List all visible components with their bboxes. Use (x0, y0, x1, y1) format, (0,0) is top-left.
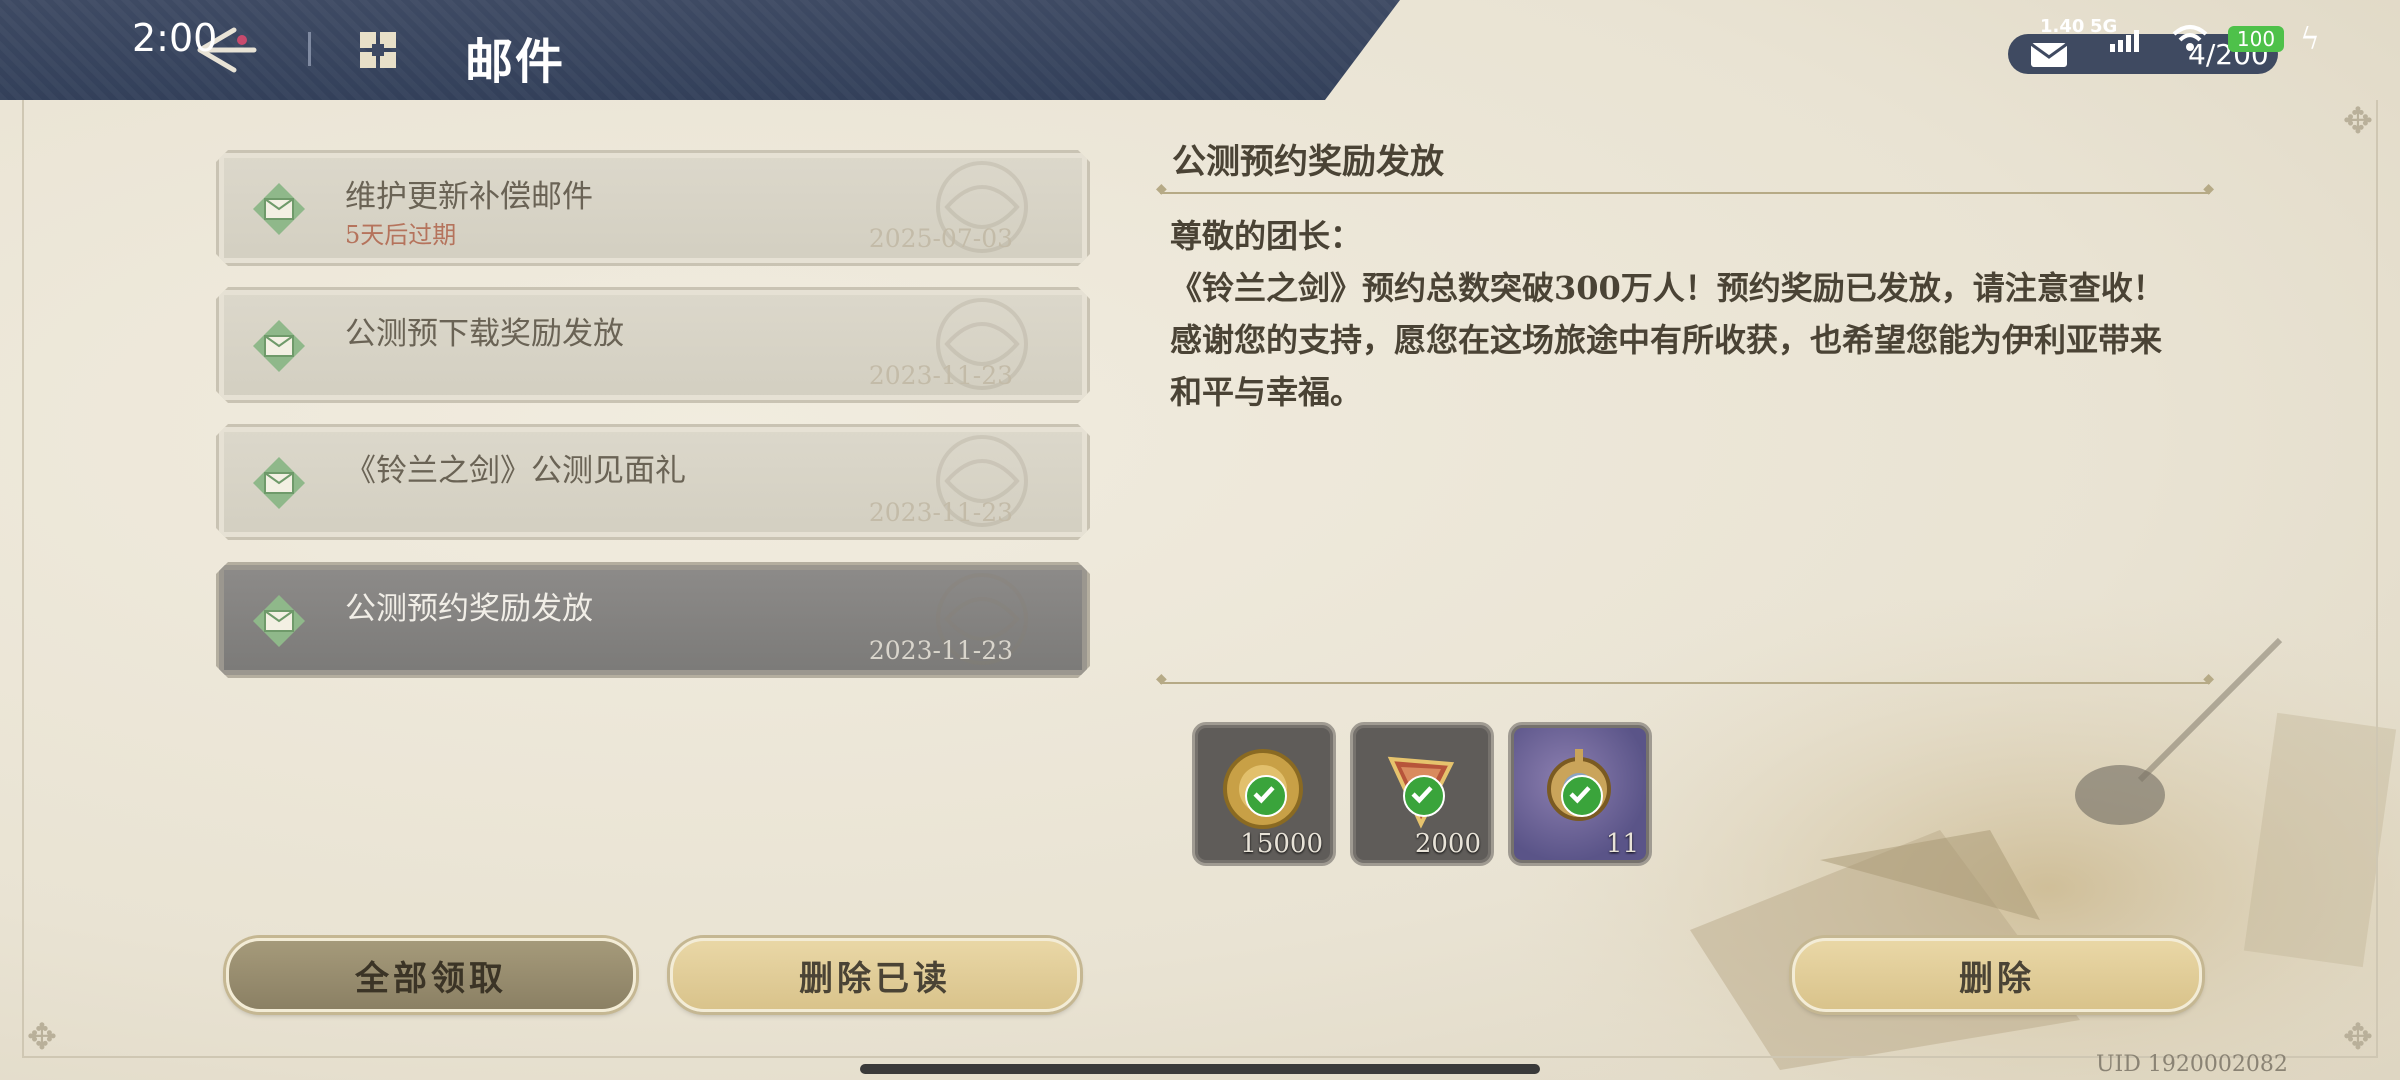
mail-list-item[interactable]: 公测预约奖励发放 2023-11-23 (216, 562, 1090, 678)
battery-indicator: 100 (2228, 26, 2284, 52)
claimed-check-icon (1403, 775, 1445, 817)
mail-expire: 5天后过期 (345, 221, 457, 249)
mail-menu-icon (360, 32, 396, 68)
charging-icon: ϟ (2300, 22, 2320, 57)
wifi-icon (2172, 25, 2208, 51)
mail-list-item[interactable]: 维护更新补偿邮件 5天后过期 2025-07-03 (216, 150, 1090, 266)
mail-body-line: 《铃兰之剑》预约总数突破300万人！预约奖励已发放，请注意查收！ (1170, 269, 2165, 307)
mail-list-item[interactable]: 《铃兰之剑》公测见面礼 2023-11-23 (216, 424, 1090, 540)
status-time: 2:00 (132, 16, 218, 60)
envelope-icon (2030, 42, 2068, 67)
page-title: 邮件 (465, 34, 566, 90)
mail-date: 2023-11-23 (868, 361, 1013, 390)
mail-subject: 公测预下载奖励发放 (345, 316, 624, 352)
mail-body: 尊敬的团长： 《铃兰之剑》预约总数突破300万人！预约奖励已发放，请注意查收！ … (1170, 210, 2180, 418)
mail-greeting: 尊敬的团长： (1170, 217, 1363, 255)
claimed-check-icon (1245, 775, 1287, 817)
mail-body-line: 感谢您的支持，愿您在这场旅途中有所收获，也希望您能为伊利亚带来和平与幸福。 (1170, 321, 2163, 411)
mail-gift-icon (251, 318, 307, 374)
reward-quantity: 15000 (1240, 829, 1323, 859)
mail-date: 2023-11-23 (868, 636, 1013, 665)
mail-subject: 《铃兰之剑》公测见面礼 (345, 453, 686, 489)
delete-button[interactable]: 删除 (1792, 938, 2202, 1012)
mail-date: 2023-11-23 (868, 498, 1013, 527)
claim-all-button[interactable]: 全部领取 (226, 938, 636, 1012)
mail-detail-title: 公测预约奖励发放 (1172, 142, 1444, 182)
home-indicator[interactable] (860, 1064, 1540, 1074)
reward-item[interactable]: 15000 (1192, 722, 1336, 866)
mail-subject: 公测预约奖励发放 (345, 591, 593, 627)
network-speed: 1.40 (2040, 16, 2085, 37)
attachment-divider (1156, 671, 2214, 687)
reward-quantity: 2000 (1414, 829, 1481, 859)
signal-icon (2110, 30, 2139, 52)
mail-subject: 维护更新补偿邮件 (345, 179, 593, 215)
reward-item[interactable]: 2000 (1350, 722, 1494, 866)
user-uid: UID 1920002082 (2096, 1052, 2288, 1077)
claimed-check-icon (1561, 775, 1603, 817)
delete-read-button[interactable]: 删除已读 (670, 938, 1080, 1012)
reward-item[interactable]: 11 (1508, 722, 1652, 866)
mail-gift-icon (251, 593, 307, 649)
corner-ornament-icon: ✥ (26, 1017, 58, 1058)
corner-ornament-icon: ✥ (2342, 1017, 2374, 1058)
mail-gift-icon (251, 181, 307, 237)
mail-list-item[interactable]: 公测预下载奖励发放 2023-11-23 (216, 287, 1090, 403)
mail-gift-icon (251, 455, 307, 511)
reward-quantity: 11 (1605, 829, 1639, 859)
corner-ornament-icon: ✥ (2342, 101, 2374, 142)
header-divider (308, 32, 311, 66)
mail-date: 2025-07-03 (868, 224, 1013, 253)
title-divider (1156, 181, 2214, 197)
